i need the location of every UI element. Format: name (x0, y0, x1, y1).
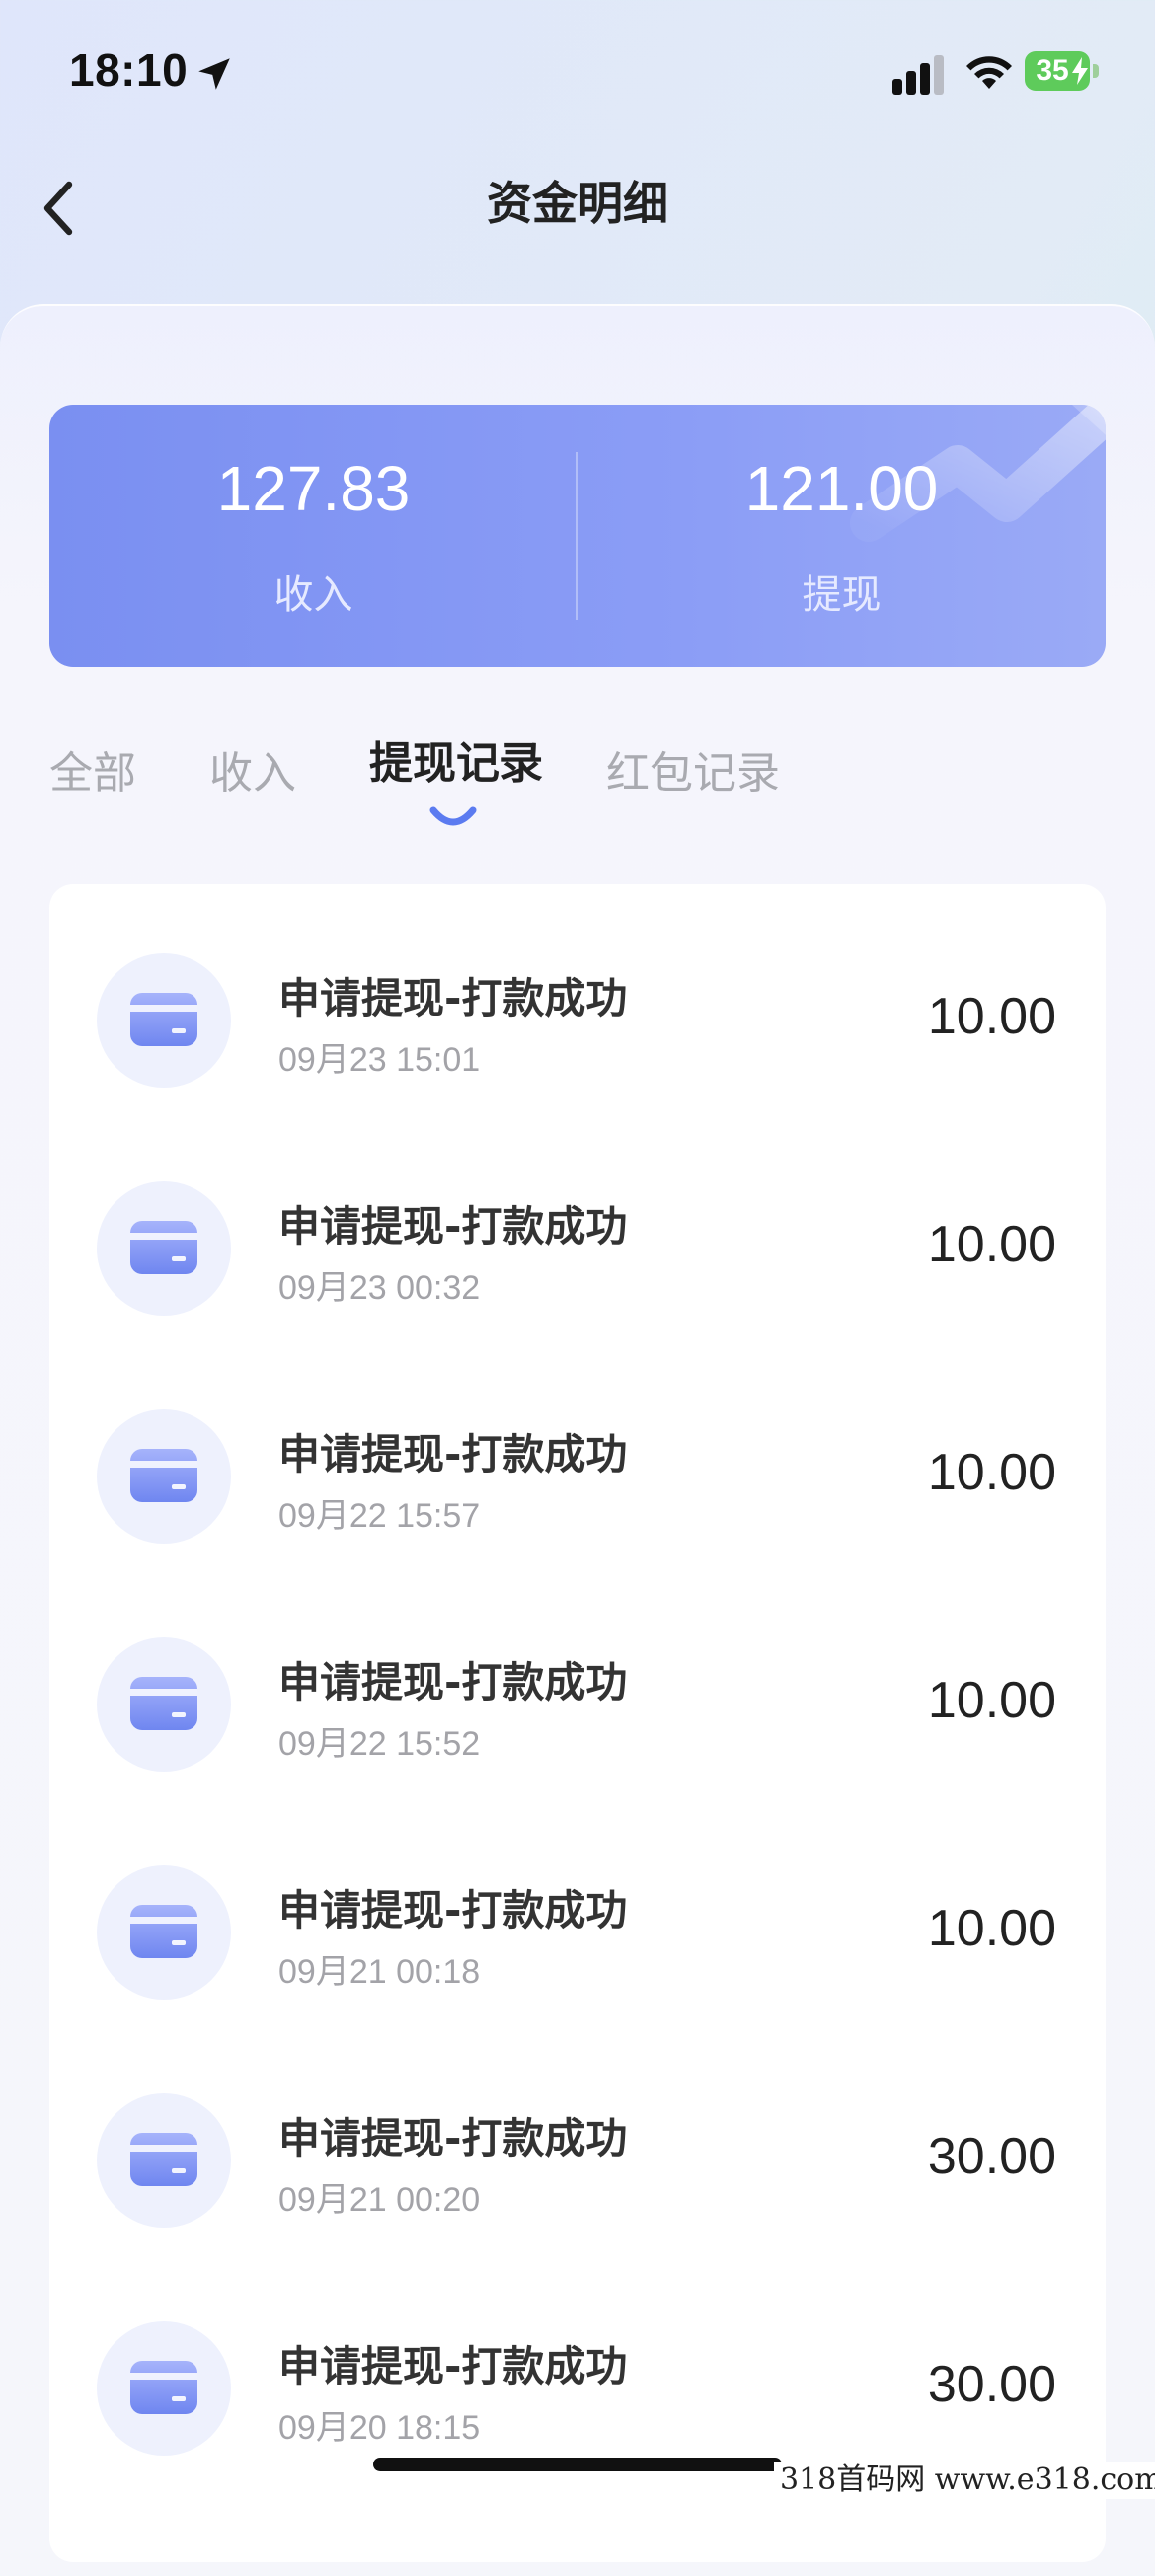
list-item[interactable]: 申请提现-打款成功 09月21 00:18 10.00 (49, 1796, 1106, 2024)
watermark: 318首码网 www.e318.com (774, 2462, 1155, 2499)
record-time: 09月22 15:57 (278, 1497, 481, 1535)
location-arrow-icon (198, 58, 230, 90)
record-amount: 10.00 (927, 988, 1056, 1045)
record-time: 09月20 18:15 (278, 2409, 481, 2447)
record-amount: 10.00 (927, 1900, 1056, 1957)
withdraw-label: 提现 (802, 572, 882, 618)
record-amount: 30.00 (927, 2128, 1056, 2185)
record-amount: 10.00 (927, 1216, 1056, 1273)
withdraw-summary: 121.00 提现 (578, 405, 1106, 667)
tab-withdraw-records[interactable]: 提现记录 (369, 734, 543, 794)
home-indicator[interactable] (373, 2458, 782, 2471)
record-time: 09月22 15:52 (278, 1725, 481, 1763)
record-title: 申请提现-打款成功 (278, 2342, 628, 2390)
income-value: 127.83 (216, 453, 411, 524)
record-title: 申请提现-打款成功 (278, 1430, 628, 1478)
withdraw-value: 121.00 (744, 453, 939, 524)
income-summary: 127.83 收入 (49, 405, 578, 667)
list-item[interactable]: 申请提现-打款成功 09月21 00:20 30.00 (49, 2024, 1106, 2252)
record-time: 09月23 00:32 (278, 1269, 481, 1307)
list-item[interactable]: 申请提现-打款成功 09月23 15:01 10.00 (49, 884, 1106, 1112)
tab-red-packet-records[interactable]: 红包记录 (606, 744, 780, 803)
summary-card: 127.83 收入 121.00 提现 (49, 405, 1106, 667)
record-title: 申请提现-打款成功 (278, 1658, 628, 1706)
records-list: 申请提现-打款成功 09月23 15:01 10.00 申请提现-打款成功 09… (49, 884, 1106, 2562)
record-time: 09月21 00:20 (278, 2181, 481, 2219)
record-title: 申请提现-打款成功 (278, 1202, 628, 1250)
status-bar: 18:10 35 (0, 0, 1155, 148)
list-item[interactable]: 申请提现-打款成功 09月22 15:57 10.00 (49, 1340, 1106, 1568)
record-time: 09月23 15:01 (278, 1041, 481, 1079)
list-item[interactable]: 申请提现-打款成功 09月23 00:32 10.00 (49, 1112, 1106, 1340)
nav-bar: 资金明细 (0, 148, 1155, 266)
record-title: 申请提现-打款成功 (278, 1886, 628, 1934)
cellular-signal-icon (892, 55, 944, 95)
bank-card-icon (97, 953, 231, 1088)
bank-card-icon (97, 1637, 231, 1772)
active-tab-indicator (429, 806, 477, 826)
list-item[interactable]: 申请提现-打款成功 09月20 18:15 30.00 (49, 2252, 1106, 2480)
bank-card-icon (97, 2093, 231, 2228)
list-item[interactable]: 申请提现-打款成功 09月22 15:52 10.00 (49, 1568, 1106, 1796)
record-amount: 30.00 (927, 2356, 1056, 2413)
record-time: 09月21 00:18 (278, 1953, 481, 1991)
filter-tabs: 全部 收入 提现记录 红包记录 (0, 730, 1155, 839)
battery-charging-icon: 35 (1025, 51, 1100, 93)
bank-card-icon (97, 1181, 231, 1316)
bank-card-icon (97, 1865, 231, 2000)
record-amount: 10.00 (927, 1444, 1056, 1501)
income-label: 收入 (273, 572, 353, 618)
tab-all[interactable]: 全部 (49, 744, 136, 803)
bank-card-icon (97, 2321, 231, 2456)
record-title: 申请提现-打款成功 (278, 2114, 628, 2162)
status-time: 18:10 (69, 44, 189, 96)
record-amount: 10.00 (927, 1672, 1056, 1729)
page-title: 资金明细 (487, 177, 668, 230)
bank-card-icon (97, 1409, 231, 1544)
record-title: 申请提现-打款成功 (278, 974, 628, 1023)
tab-income[interactable]: 收入 (209, 744, 296, 803)
wifi-icon (966, 56, 1012, 89)
